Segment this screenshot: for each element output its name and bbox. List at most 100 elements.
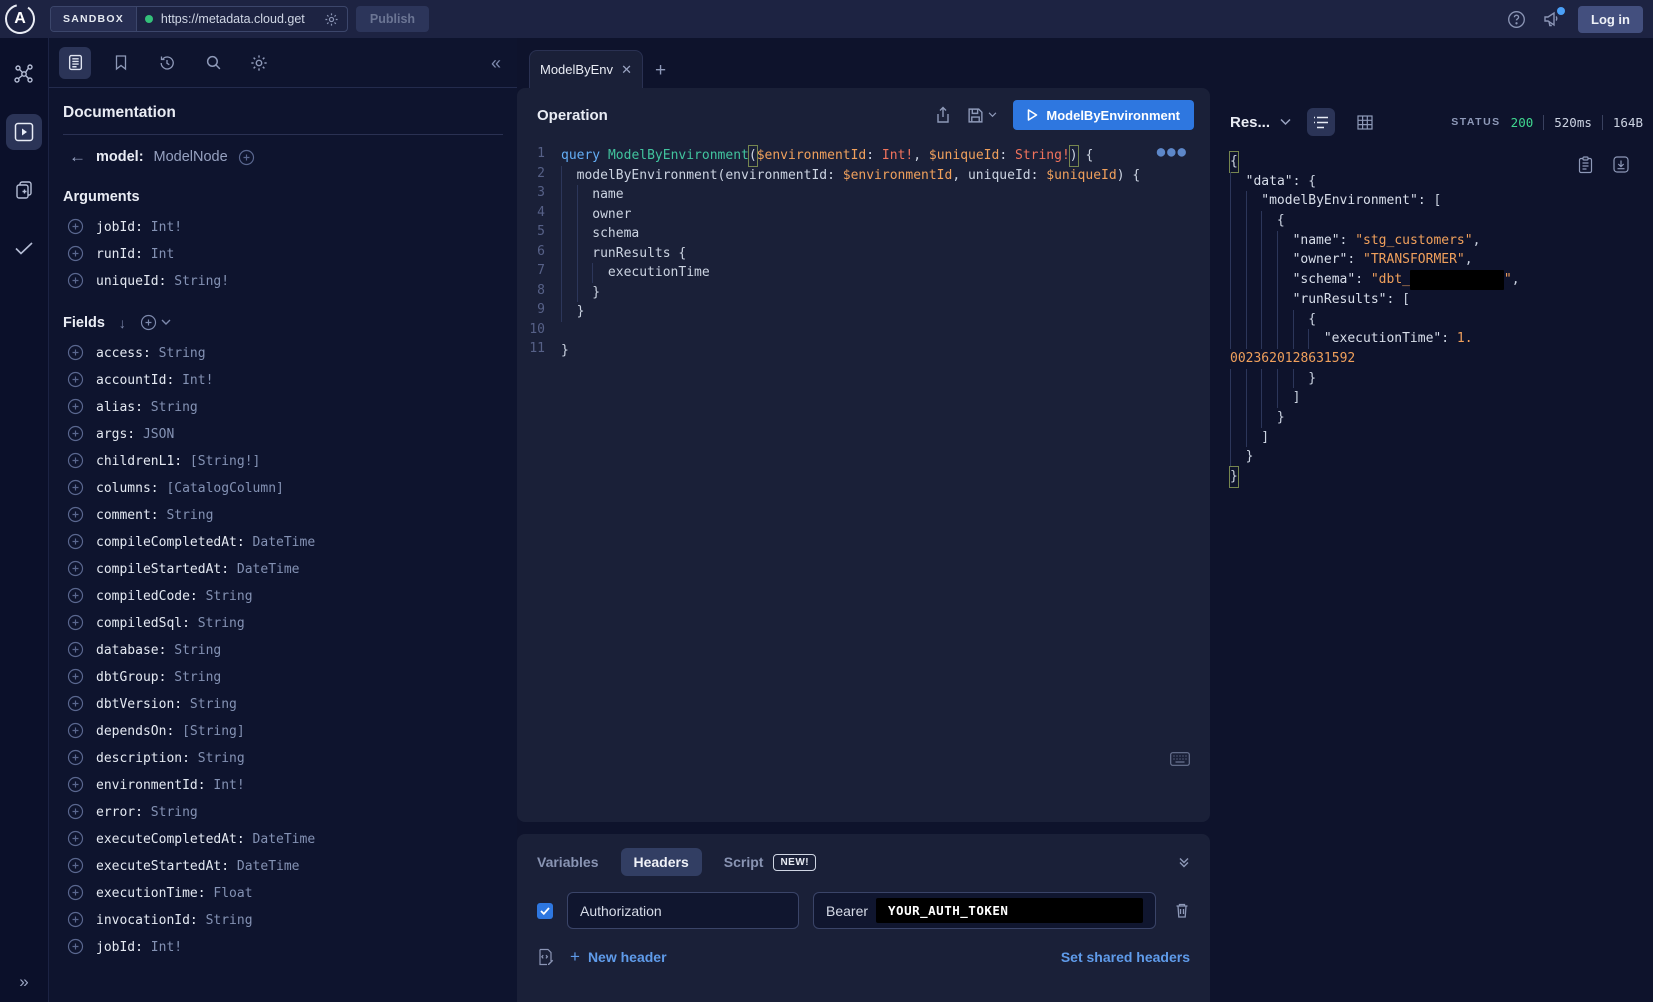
tab-variables[interactable]: Variables [537,854,599,870]
circle-plus-icon[interactable] [67,245,84,262]
connection-settings-gear-icon[interactable] [324,12,339,27]
circle-plus-icon[interactable] [67,695,84,712]
field-row[interactable]: comment: String [63,501,503,528]
circle-plus-icon[interactable] [67,857,84,874]
circle-plus-icon[interactable] [67,272,84,289]
field-row[interactable]: description: String [63,744,503,771]
response-body[interactable]: {"data": {"modelByEnvironment": [{"name"… [1230,152,1643,487]
field-row[interactable]: columns: [CatalogColumn] [63,474,503,501]
field-row[interactable]: dbtVersion: String [63,690,503,717]
save-operation-group[interactable] [967,107,997,124]
circle-plus-icon[interactable] [67,344,84,361]
field-row[interactable]: invocationId: String [63,906,503,933]
circle-plus-icon[interactable] [67,452,84,469]
circle-plus-icon[interactable] [67,749,84,766]
search-icon[interactable] [197,47,229,79]
login-button[interactable]: Log in [1578,6,1643,33]
field-row[interactable]: executeCompletedAt: DateTime [63,825,503,852]
field-row[interactable]: args: JSON [63,420,503,447]
header-value-input[interactable]: Bearer YOUR_AUTH_TOKEN [813,892,1156,929]
circle-plus-icon[interactable] [67,560,84,577]
field-row[interactable]: compileCompletedAt: DateTime [63,528,503,555]
field-row[interactable]: error: String [63,798,503,825]
add-field-icon[interactable] [238,149,255,166]
field-row[interactable]: accountId: Int! [63,366,503,393]
expand-rail-icon[interactable]: » [0,972,48,992]
field-row[interactable]: dbtGroup: String [63,663,503,690]
set-shared-headers-link[interactable]: Set shared headers [1061,949,1190,965]
header-enabled-checkbox[interactable] [537,903,553,919]
history-icon[interactable] [151,47,183,79]
save-icon[interactable] [967,107,984,124]
schema-graph-icon[interactable] [6,56,42,92]
field-row[interactable]: alias: String [63,393,503,420]
download-response-icon[interactable] [1613,156,1629,174]
circle-plus-icon[interactable] [67,668,84,685]
field-row[interactable]: dependsOn: [String] [63,717,503,744]
copy-response-icon[interactable] [1578,156,1593,174]
circle-plus-icon[interactable] [67,722,84,739]
circle-plus-icon[interactable] [67,479,84,496]
environment-variables-icon[interactable] [537,948,554,966]
circle-plus-icon[interactable] [67,506,84,523]
tab-headers[interactable]: Headers [621,848,702,876]
endpoint-url-input[interactable]: https://metadata.cloud.get [137,7,347,31]
new-tab-icon[interactable]: + [655,61,666,80]
keyboard-shortcuts-icon[interactable] [1170,752,1190,766]
circle-plus-icon[interactable] [67,533,84,550]
circle-plus-icon[interactable] [67,425,84,442]
header-key-input[interactable]: Authorization [567,892,799,929]
field-row[interactable]: access: String [63,339,503,366]
field-row[interactable]: runId: Int [63,240,503,267]
apollo-logo-icon[interactable]: A [4,3,36,35]
field-row[interactable]: childrenL1: [String!] [63,447,503,474]
auth-token-value[interactable]: YOUR_AUTH_TOKEN [876,898,1143,923]
documentation-tab-icon[interactable] [59,47,91,79]
collapse-docs-icon[interactable]: « [491,54,501,72]
circle-plus-icon[interactable] [67,371,84,388]
field-row[interactable]: compiledSql: String [63,609,503,636]
circle-plus-icon[interactable] [67,830,84,847]
operation-options-icon[interactable]: ●●● [1157,144,1188,160]
circle-plus-icon[interactable] [67,911,84,928]
circle-plus-icon[interactable] [67,614,84,631]
explorer-settings-gear-icon[interactable] [243,47,275,79]
sort-fields-icon[interactable]: ↓ [119,315,126,331]
query-editor[interactable]: 1query ModelByEnvironment($environmentId… [517,140,1210,822]
changelog-icon[interactable] [6,172,42,208]
response-chevron-icon[interactable] [1280,118,1291,126]
field-row[interactable]: compiledCode: String [63,582,503,609]
add-all-fields-icon[interactable] [140,314,171,331]
operation-tab[interactable]: ModelByEnvi... ✕ [529,50,643,88]
explorer-icon[interactable] [6,114,42,150]
checks-icon[interactable] [6,230,42,266]
sandbox-chip[interactable]: SANDBOX [51,7,137,31]
new-header-button[interactable]: + New header [570,947,667,967]
breadcrumb-type[interactable]: ModelNode [154,149,228,165]
field-row[interactable]: uniqueId: String! [63,267,503,294]
field-row[interactable]: jobId: Int! [63,213,503,240]
field-row[interactable]: executeStartedAt: DateTime [63,852,503,879]
circle-plus-icon[interactable] [67,938,84,955]
field-row[interactable]: executionTime: Float [63,879,503,906]
table-view-icon[interactable] [1351,108,1379,136]
close-tab-icon[interactable]: ✕ [621,62,632,78]
field-row[interactable]: environmentId: Int! [63,771,503,798]
field-row[interactable]: jobId: Int! [63,933,503,960]
circle-plus-icon[interactable] [67,398,84,415]
field-row[interactable]: database: String [63,636,503,663]
delete-header-icon[interactable] [1174,902,1190,919]
run-operation-button[interactable]: ModelByEnvironment [1013,100,1194,130]
tab-script[interactable]: Script [724,854,764,870]
share-icon[interactable] [935,106,951,124]
circle-plus-icon[interactable] [67,641,84,658]
chevron-down-icon[interactable] [161,319,171,326]
help-icon[interactable] [1507,10,1526,29]
circle-plus-icon[interactable] [67,884,84,901]
save-chevron-icon[interactable] [988,112,997,118]
circle-plus-icon[interactable] [67,587,84,604]
field-row[interactable]: compileStartedAt: DateTime [63,555,503,582]
circle-plus-icon[interactable] [67,776,84,793]
announcements-icon[interactable] [1542,10,1562,28]
collapse-panel-icon[interactable] [1178,856,1190,868]
